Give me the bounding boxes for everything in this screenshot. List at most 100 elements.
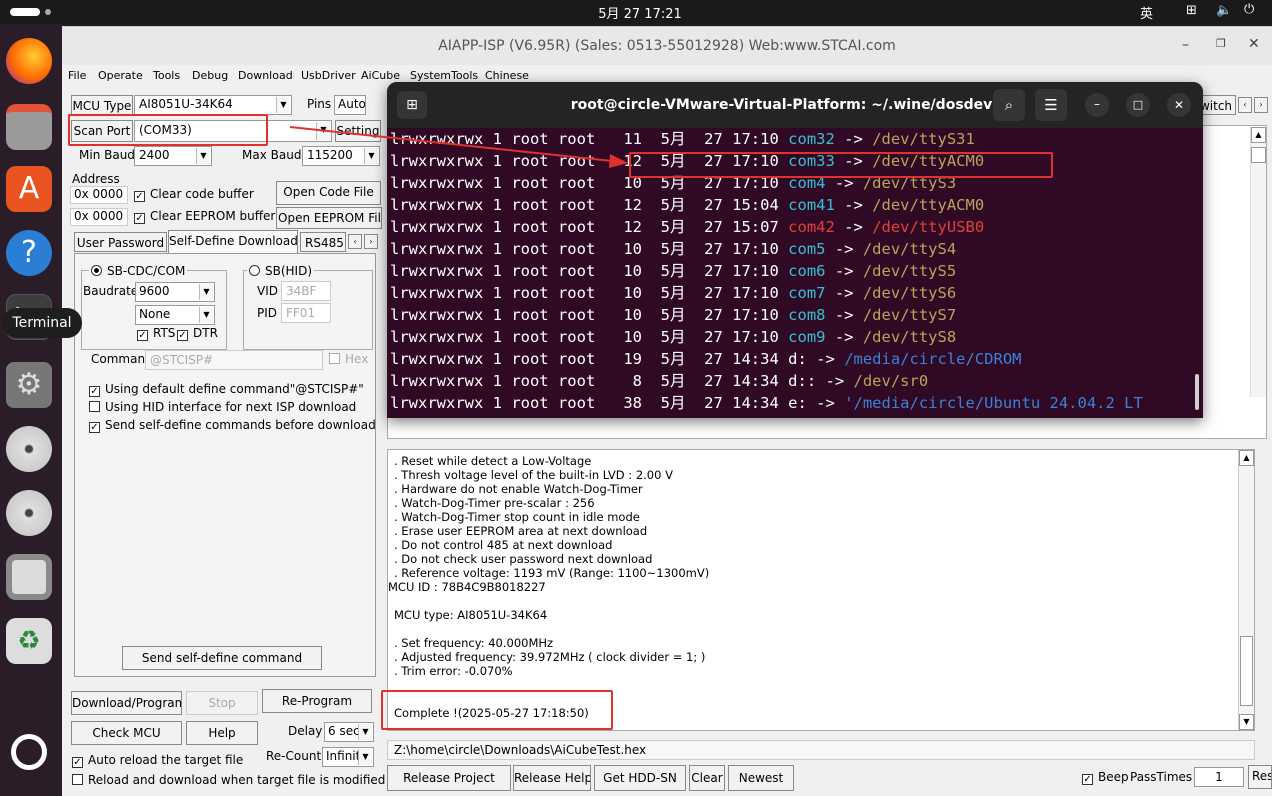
clear-eeprom-checkbox[interactable]: ✓ Clear EEPROM buffer [134, 209, 275, 224]
options-scrollbar[interactable]: ▲ [1250, 127, 1266, 397]
volume-icon[interactable]: 🔈 [1216, 3, 1232, 18]
pins-select[interactable]: Auto [334, 95, 366, 115]
hid-interface-checkbox[interactable]: Using HID interface for next ISP downloa… [89, 400, 356, 414]
chevron-down-icon[interactable]: ▼ [199, 284, 213, 300]
terminal-window[interactable]: ⊞ root@circle-VMware-Virtual-Platform: ~… [387, 82, 1203, 418]
clear-button[interactable]: Clear [689, 765, 725, 791]
chevron-down-icon[interactable]: ▼ [364, 148, 378, 164]
disc-icon[interactable] [6, 426, 52, 472]
minimize-icon[interactable]: – [1182, 37, 1189, 53]
output-log[interactable]: . Reset while detect a Low-Voltage. Thre… [387, 449, 1255, 731]
get-hdd-sn-button[interactable]: Get HDD-SN [594, 765, 686, 791]
text-editor-icon[interactable] [6, 554, 52, 600]
chevron-down-icon[interactable]: ▼ [358, 749, 372, 765]
help-icon[interactable]: ? [6, 230, 52, 276]
maximize-icon[interactable]: □ [1126, 93, 1150, 117]
check-mcu-button[interactable]: Check MCU [71, 721, 182, 745]
menu-aicube[interactable]: AiCube [361, 69, 400, 82]
menu-chinese[interactable]: Chinese [485, 69, 529, 82]
baudrate-select[interactable]: 9600 ▼ [135, 282, 215, 302]
release-help-button[interactable]: Release Help [513, 765, 591, 791]
sb-hid-radio[interactable]: SB(HID) [247, 264, 315, 278]
download-program-button[interactable]: Download/Program [71, 691, 182, 715]
terminal-scrollbar[interactable] [1195, 374, 1199, 410]
scroll-thumb[interactable] [1240, 636, 1253, 706]
show-apps-icon[interactable] [11, 734, 47, 770]
close-icon[interactable]: ✕ [1167, 93, 1191, 117]
app-center-icon[interactable]: A [6, 166, 52, 212]
activities-indicator[interactable] [10, 8, 40, 16]
send-commands-checkbox[interactable]: ✓ Send self-define commands before downlo… [89, 418, 376, 433]
tab-scroll-right-icon[interactable]: › [364, 234, 378, 249]
delay-select[interactable]: 6 sec ▼ [324, 722, 374, 742]
files-icon[interactable] [6, 104, 52, 150]
tab-rs485[interactable]: RS485 [300, 232, 346, 252]
default-command-checkbox[interactable]: ✓ Using default define command"@STCISP#" [89, 382, 364, 397]
file-path-field[interactable]: Z:\home\circle\Downloads\AiCubeTest.hex [387, 740, 1255, 760]
chevron-down-icon[interactable]: ▼ [276, 97, 290, 113]
rts-checkbox[interactable]: ✓ RTS [137, 326, 175, 341]
command-input[interactable]: @STCISP# [145, 350, 323, 370]
pid-input[interactable]: FF01 [281, 303, 331, 323]
search-icon[interactable]: ⌕ [993, 89, 1025, 121]
stop-button[interactable]: Stop [186, 691, 258, 715]
re-program-button[interactable]: Re-Program [262, 689, 372, 713]
scroll-right-icon[interactable]: › [1254, 97, 1268, 113]
vid-input[interactable]: 34BF [281, 281, 331, 301]
log-scrollbar[interactable]: ▲ ▼ [1238, 450, 1254, 730]
chevron-down-icon[interactable]: ▼ [358, 724, 372, 740]
reset-button[interactable]: Reset [1248, 765, 1272, 789]
mcu-type-select[interactable]: AI8051U-34K64 ▼ [134, 95, 292, 115]
reload-modified-checkbox[interactable]: Reload and download when target file is … [72, 773, 385, 787]
menu-debug[interactable]: Debug [192, 69, 228, 82]
help-button[interactable]: Help [186, 721, 258, 745]
menu-usbdriver[interactable]: UsbDriver [301, 69, 356, 82]
tab-scroll-left-icon[interactable]: ‹ [348, 234, 362, 249]
settings-icon[interactable]: ⚙ [6, 362, 52, 408]
new-tab-icon[interactable]: ⊞ [397, 91, 427, 119]
open-eeprom-file-button[interactable]: Open EEPROM File [276, 207, 382, 229]
menu-systemtools[interactable]: SystemTools [410, 69, 478, 82]
dtr-checkbox[interactable]: ✓ DTR [177, 326, 218, 341]
chevron-down-icon[interactable]: ▼ [199, 307, 213, 323]
maximize-icon[interactable]: ❐ [1216, 37, 1226, 50]
setting-button[interactable]: Setting [335, 120, 381, 142]
close-icon[interactable]: ✕ [1248, 36, 1260, 52]
send-self-define-button[interactable]: Send self-define command [122, 646, 322, 670]
beep-checkbox[interactable]: ✓ Beep [1082, 770, 1129, 785]
menu-download[interactable]: Download [238, 69, 293, 82]
pass-times-field[interactable]: 1 [1194, 767, 1244, 787]
recount-select[interactable]: Infinite ▼ [322, 747, 374, 767]
scroll-thumb[interactable] [1251, 147, 1266, 163]
tab-user-password[interactable]: User Password [74, 232, 167, 252]
chevron-down-icon[interactable]: ▼ [196, 148, 210, 164]
tab-self-define-download[interactable]: Self-Define Download [168, 230, 298, 254]
parity-select[interactable]: None ▼ [135, 305, 215, 325]
newest-button[interactable]: Newest [728, 765, 794, 791]
eeprom-address-input[interactable]: 0x 0000 [70, 208, 128, 226]
clock[interactable]: 5月 27 17:21 [560, 3, 720, 22]
firefox-icon[interactable] [6, 38, 52, 84]
min-baud-select[interactable]: 2400 ▼ [134, 146, 212, 166]
sb-cdc-radio[interactable]: SB-CDC/COM [89, 264, 188, 278]
clear-code-checkbox[interactable]: ✓ Clear code buffer [134, 187, 254, 202]
menu-icon[interactable]: ☰ [1035, 89, 1067, 121]
disc-icon[interactable] [6, 490, 52, 536]
trash-icon[interactable]: ♻ [6, 618, 52, 664]
scroll-up-icon[interactable]: ▲ [1239, 450, 1254, 466]
chevron-down-icon[interactable]: ▼ [316, 122, 330, 140]
input-method-indicator[interactable]: 英 [1140, 3, 1153, 22]
auto-reload-checkbox[interactable]: ✓ Auto reload the target file [72, 753, 243, 768]
scroll-left-icon[interactable]: ‹ [1238, 97, 1252, 113]
menu-file[interactable]: File [68, 69, 86, 82]
open-code-file-button[interactable]: Open Code File [276, 181, 381, 205]
menu-operate[interactable]: Operate [98, 69, 143, 82]
power-icon[interactable]: ⏻ [1244, 2, 1254, 17]
menu-tools[interactable]: Tools [153, 69, 180, 82]
scroll-down-icon[interactable]: ▼ [1239, 714, 1254, 730]
code-address-input[interactable]: 0x 0000 [70, 186, 128, 204]
max-baud-select[interactable]: 115200 ▼ [302, 146, 380, 166]
release-project-button[interactable]: Release Project [387, 765, 511, 791]
hex-checkbox[interactable]: Hex [329, 352, 368, 366]
minimize-icon[interactable]: – [1085, 93, 1109, 117]
